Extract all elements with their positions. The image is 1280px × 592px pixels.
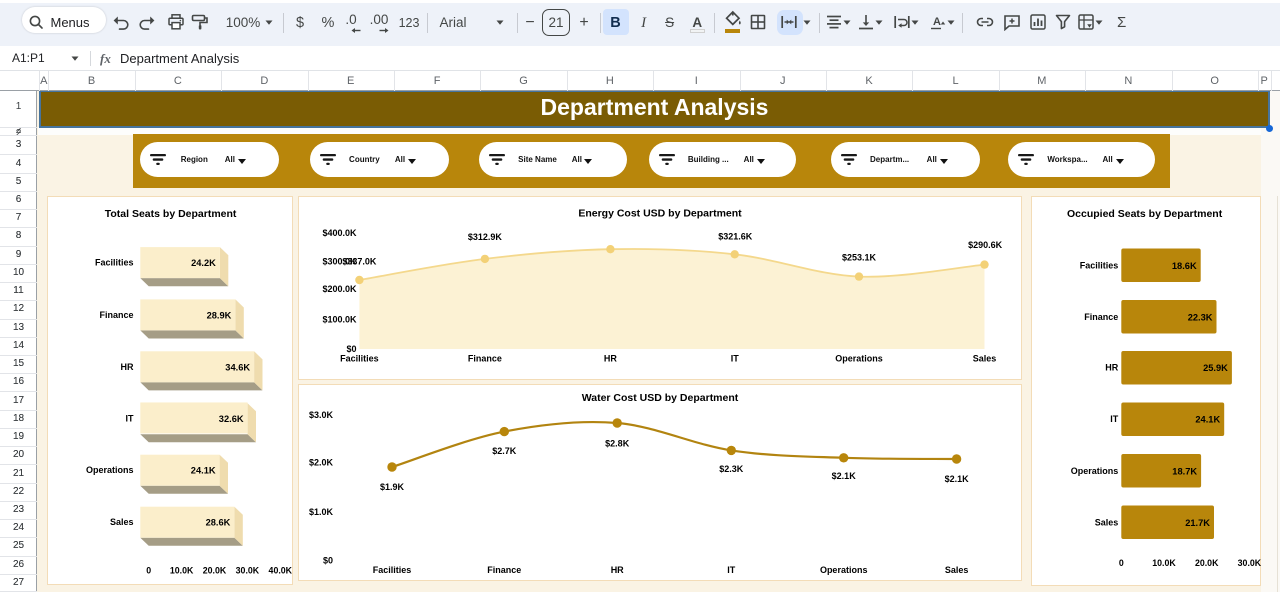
- svg-text:22.3K: 22.3K: [1188, 312, 1213, 322]
- svg-text:$200.0K: $200.0K: [322, 284, 357, 294]
- svg-text:$2.0K: $2.0K: [309, 457, 334, 467]
- svg-text:25.9K: 25.9K: [1203, 363, 1228, 373]
- svg-text:Finance: Finance: [468, 354, 502, 364]
- svg-text:$1.0K: $1.0K: [309, 507, 334, 517]
- svg-text:HR: HR: [1105, 363, 1118, 373]
- svg-text:$1.9K: $1.9K: [380, 482, 405, 492]
- svg-text:24.2K: 24.2K: [191, 258, 216, 268]
- svg-text:IT: IT: [1110, 414, 1119, 424]
- svg-text:$312.9K: $312.9K: [468, 232, 503, 242]
- svg-text:30.0K: 30.0K: [1238, 558, 1262, 568]
- svg-text:30.0K: 30.0K: [236, 566, 260, 576]
- svg-text:10.0K: 10.0K: [1152, 558, 1176, 568]
- svg-text:32.6K: 32.6K: [219, 414, 244, 424]
- svg-text:Finance: Finance: [1084, 312, 1118, 322]
- svg-text:28.9K: 28.9K: [207, 310, 232, 320]
- svg-text:Operations: Operations: [1071, 466, 1119, 476]
- svg-text:HR: HR: [611, 565, 624, 575]
- svg-text:$3.0K: $3.0K: [309, 410, 334, 420]
- svg-text:28.6K: 28.6K: [206, 518, 231, 528]
- svg-text:Energy Cost USD by Department: Energy Cost USD by Department: [578, 208, 742, 220]
- svg-text:$253.1K: $253.1K: [842, 253, 877, 263]
- svg-text:18.6K: 18.6K: [1172, 261, 1197, 271]
- svg-text:Operations: Operations: [86, 465, 134, 475]
- svg-text:10.0K: 10.0K: [170, 566, 194, 576]
- svg-text:24.1K: 24.1K: [1195, 415, 1220, 425]
- svg-text:IT: IT: [126, 414, 135, 424]
- svg-text:$290.6K: $290.6K: [968, 240, 1003, 250]
- svg-text:IT: IT: [727, 565, 736, 575]
- svg-text:34.6K: 34.6K: [225, 362, 250, 372]
- svg-text:Facilities: Facilities: [95, 258, 134, 268]
- svg-text:Water Cost USD by Department: Water Cost USD by Department: [582, 392, 739, 404]
- svg-text:0: 0: [146, 566, 151, 576]
- svg-text:20.0K: 20.0K: [203, 566, 227, 576]
- svg-text:$2.3K: $2.3K: [719, 464, 744, 474]
- svg-text:$2.7K: $2.7K: [492, 446, 517, 456]
- svg-text:Facilities: Facilities: [1080, 260, 1119, 270]
- svg-text:HR: HR: [121, 362, 134, 372]
- svg-text:Sales: Sales: [1095, 517, 1119, 527]
- svg-text:Sales: Sales: [110, 517, 134, 527]
- svg-text:18.7K: 18.7K: [1172, 466, 1197, 476]
- svg-text:21.7K: 21.7K: [1185, 518, 1210, 528]
- svg-text:$337.0K: $337.0K: [342, 257, 377, 267]
- svg-text:$400.0K: $400.0K: [322, 228, 357, 238]
- svg-text:Operations: Operations: [820, 565, 868, 575]
- svg-text:$321.6K: $321.6K: [718, 232, 753, 242]
- svg-text:$2.1K: $2.1K: [832, 471, 857, 481]
- svg-text:$2.1K: $2.1K: [945, 474, 970, 484]
- svg-text:Occupied Seats by Department: Occupied Seats by Department: [1067, 208, 1223, 220]
- svg-text:0: 0: [1119, 558, 1124, 568]
- svg-text:Facilities: Facilities: [340, 354, 379, 364]
- svg-text:Sales: Sales: [973, 354, 997, 364]
- svg-text:Sales: Sales: [945, 565, 969, 575]
- svg-text:Finance: Finance: [99, 310, 133, 320]
- svg-text:Facilities: Facilities: [373, 565, 412, 575]
- svg-text:$0: $0: [346, 344, 356, 354]
- svg-text:$100.0K: $100.0K: [322, 314, 357, 324]
- svg-text:Finance: Finance: [487, 565, 521, 575]
- svg-text:HR: HR: [604, 354, 617, 364]
- svg-text:24.1K: 24.1K: [191, 466, 216, 476]
- svg-text:Operations: Operations: [835, 354, 883, 364]
- svg-text:20.0K: 20.0K: [1195, 558, 1219, 568]
- svg-text:40.0K: 40.0K: [269, 566, 293, 576]
- svg-text:IT: IT: [731, 354, 740, 364]
- svg-text:Total Seats by Department: Total Seats by Department: [105, 208, 237, 220]
- svg-text:$2.8K: $2.8K: [605, 439, 630, 449]
- svg-text:$0: $0: [323, 556, 333, 566]
